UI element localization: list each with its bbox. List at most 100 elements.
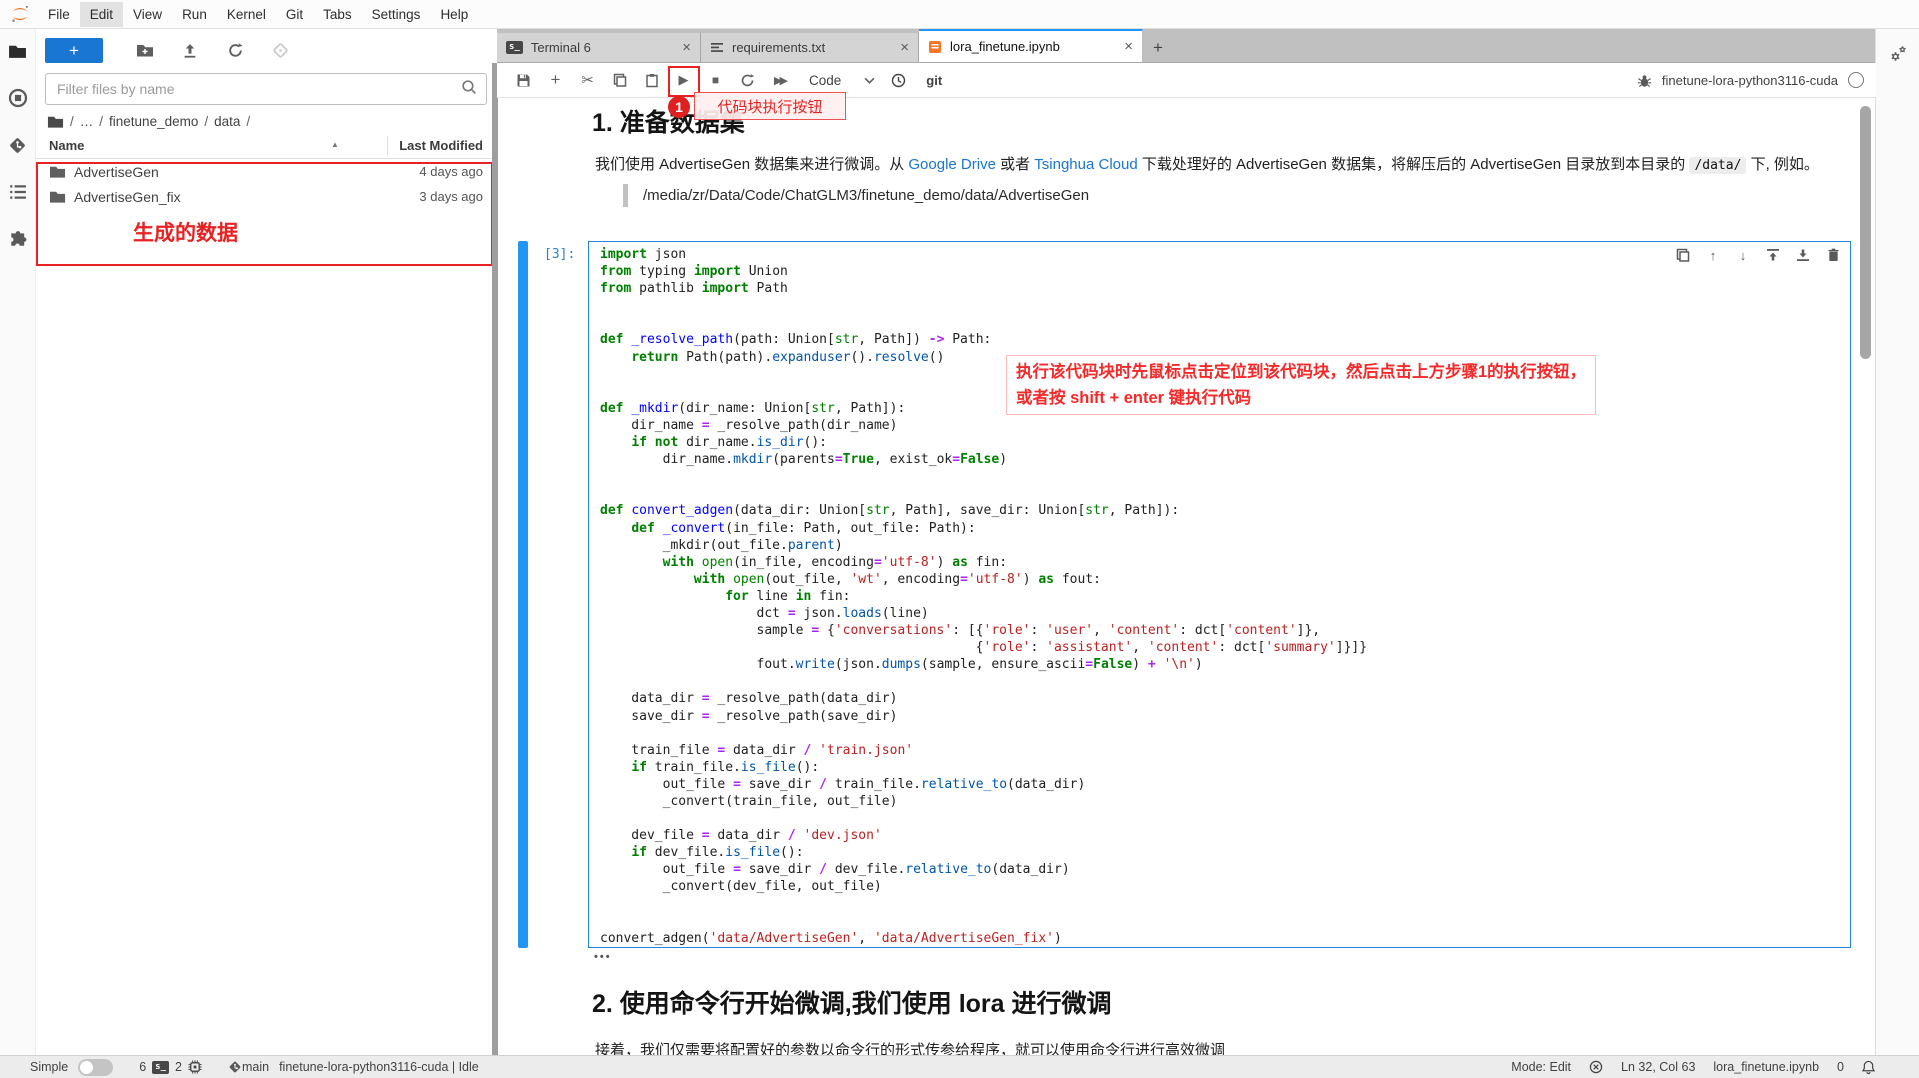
add-cell-button[interactable]: + <box>543 68 568 92</box>
tab-terminal-6[interactable]: s_Terminal 6× <box>497 33 701 62</box>
cell-toolbar: ↑ ↓ <box>1675 247 1841 263</box>
close-icon[interactable]: × <box>1124 39 1133 54</box>
running-sessions-icon[interactable] <box>8 88 28 108</box>
terminal-icon: s_ <box>506 41 523 54</box>
code-line: with open(in_file, encoding='utf-8') as … <box>600 554 1367 571</box>
file-modified: 3 days ago <box>419 189 483 204</box>
code-line <box>600 673 1367 690</box>
kernel-status-text[interactable]: finetune-lora-python3116-cuda | Idle <box>279 1060 479 1074</box>
menu-kernel[interactable]: Kernel <box>217 2 276 27</box>
git-icon[interactable] <box>8 135 28 155</box>
column-last-modified[interactable]: Last Modified <box>399 138 483 153</box>
history-icon[interactable] <box>886 68 911 92</box>
chevron-down-icon[interactable] <box>864 71 875 89</box>
column-name[interactable]: Name <box>49 138 84 153</box>
git-branch-name[interactable]: main <box>242 1060 269 1074</box>
code-line: from pathlib import Path <box>600 280 1367 297</box>
notification-count[interactable]: 0 <box>1837 1060 1844 1074</box>
code-line <box>600 468 1367 485</box>
filter-files-input[interactable] <box>55 80 461 98</box>
menu-run[interactable]: Run <box>172 2 217 27</box>
copy-cells-button[interactable] <box>607 68 632 92</box>
trust-icon[interactable] <box>1589 1060 1603 1074</box>
collapsed-output-button[interactable]: ••• <box>594 951 612 963</box>
menu-edit[interactable]: Edit <box>80 2 123 27</box>
bell-icon[interactable] <box>1862 1060 1875 1074</box>
cut-cells-button[interactable]: ✂ <box>575 68 600 92</box>
move-cell-down-icon[interactable]: ↓ <box>1735 247 1751 263</box>
delete-cell-icon[interactable] <box>1825 247 1841 263</box>
upload-icon[interactable] <box>181 42 199 60</box>
cell-type-dropdown[interactable]: Code <box>809 73 841 88</box>
file-list: AdvertiseGen4 days agoAdvertiseGen_fix3 … <box>35 159 497 209</box>
mode-indicator[interactable]: Mode: Edit <box>1511 1060 1571 1074</box>
move-cell-up-icon[interactable]: ↑ <box>1705 247 1721 263</box>
code-line: dev_file = data_dir / 'dev.json' <box>600 827 1367 844</box>
folder-icon <box>49 190 66 204</box>
text-file-icon <box>710 42 724 54</box>
table-of-contents-icon[interactable] <box>8 182 28 202</box>
code-line: dir_name.mkdir(parents=True, exist_ok=Fa… <box>600 451 1367 468</box>
code-line <box>600 810 1367 827</box>
breadcrumb-data[interactable]: data <box>214 114 240 129</box>
run-cell-button[interactable]: ▶ 1 代码块执行按钮 <box>671 68 696 92</box>
tab-lora-finetune-ipynb[interactable]: lora_finetune.ipynb× <box>919 28 1143 62</box>
link-tsinghua-cloud[interactable]: Tsinghua Cloud <box>1034 156 1137 173</box>
extension-manager-icon[interactable] <box>8 229 28 249</box>
new-folder-icon[interactable] <box>136 42 154 60</box>
kernels-count[interactable]: 2 <box>175 1060 182 1074</box>
new-tab-button[interactable]: + <box>1143 33 1173 62</box>
notebook-toolbar: + ✂ ▶ 1 代码块执行按钮 ■ ▶▶ Code git finetune-l… <box>497 63 1876 98</box>
cursor-position[interactable]: Ln 32, Col 63 <box>1621 1060 1695 1074</box>
property-inspector-gears-icon[interactable] <box>1888 44 1908 64</box>
file-row-advertisegen-fix[interactable]: AdvertiseGen_fix3 days ago <box>35 184 497 209</box>
stop-kernel-button[interactable]: ■ <box>703 68 728 92</box>
breadcrumb-ellipsis[interactable]: … <box>80 114 94 129</box>
duplicate-cell-icon[interactable] <box>1675 247 1691 263</box>
active-file-name[interactable]: lora_finetune.ipynb <box>1713 1060 1819 1074</box>
refresh-icon[interactable] <box>226 42 244 60</box>
code-cell[interactable]: import jsonfrom typing import Unionfrom … <box>588 241 1851 948</box>
close-icon[interactable]: × <box>682 40 691 55</box>
panel-splitter[interactable] <box>492 63 498 1056</box>
restart-kernel-button[interactable] <box>735 68 760 92</box>
menu-tabs[interactable]: Tabs <box>313 2 362 27</box>
menu-settings[interactable]: Settings <box>362 2 431 27</box>
insert-cell-below-icon[interactable] <box>1795 247 1811 263</box>
close-icon[interactable]: × <box>900 40 909 55</box>
menu-bar: FileEditViewRunKernelGitTabsSettingsHelp <box>0 0 1919 29</box>
kernel-status-icon[interactable] <box>1848 72 1864 88</box>
menu-file[interactable]: File <box>38 2 80 27</box>
code-line: dct = json.loads(line) <box>600 605 1367 622</box>
terminals-count[interactable]: 6 <box>139 1060 146 1074</box>
sort-ascending-icon[interactable]: ▲ <box>331 140 339 149</box>
file-row-advertisegen[interactable]: AdvertiseGen4 days ago <box>35 159 497 184</box>
menu-help[interactable]: Help <box>430 2 478 27</box>
link-google-drive[interactable]: Google Drive <box>908 156 996 173</box>
cell-collapser[interactable] <box>518 241 528 948</box>
section2-heading: 2. 使用命令行开始微调,我们使用 lora 进行微调 <box>592 984 1111 1020</box>
simple-mode-toggle[interactable] <box>78 1059 113 1076</box>
insert-cell-above-icon[interactable] <box>1765 247 1781 263</box>
breadcrumb-finetune-demo[interactable]: finetune_demo <box>109 114 198 129</box>
menu-view[interactable]: View <box>123 2 172 27</box>
tab-bar: s_Terminal 6×requirements.txt×lora_finet… <box>497 28 1876 63</box>
home-folder-icon[interactable] <box>47 115 64 129</box>
menu-git[interactable]: Git <box>276 2 313 27</box>
save-button[interactable] <box>511 68 536 92</box>
new-launcher-button[interactable]: + <box>45 38 103 63</box>
kernel-name[interactable]: finetune-lora-python3116-cuda <box>1662 73 1838 88</box>
annotation-run-label: 代码块执行按钮 <box>694 92 846 120</box>
git-toolbar-button[interactable]: git <box>926 73 942 88</box>
vertical-scrollbar[interactable] <box>1860 106 1871 359</box>
git-clone-icon[interactable] <box>271 42 289 60</box>
tab-requirements-txt[interactable]: requirements.txt × <box>701 33 919 62</box>
paste-cells-button[interactable] <box>639 68 664 92</box>
restart-run-all-button[interactable]: ▶▶ <box>767 68 792 92</box>
breadcrumb-separator: / <box>246 114 250 129</box>
code-line: save_dir = _resolve_path(save_dir) <box>600 708 1367 725</box>
file-browser-icon[interactable] <box>8 41 28 61</box>
tab-label: requirements.txt <box>732 40 825 55</box>
code-editor[interactable]: import jsonfrom typing import Unionfrom … <box>600 246 1367 947</box>
debugger-bug-icon[interactable] <box>1637 73 1652 88</box>
